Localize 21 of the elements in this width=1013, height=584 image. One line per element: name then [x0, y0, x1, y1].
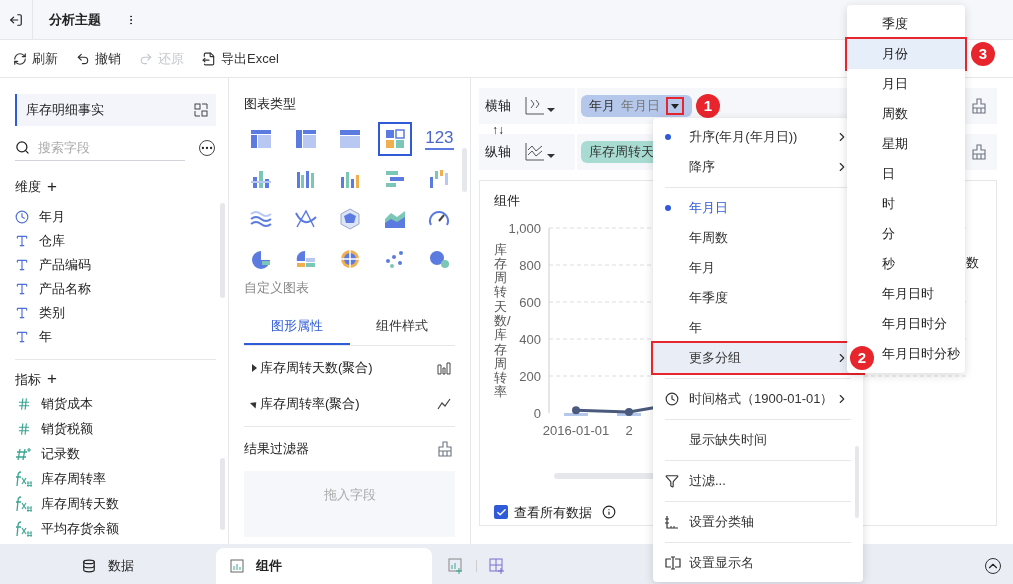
tick-label: 0: [533, 405, 541, 421]
checkbox-label: 查看所有数据: [514, 503, 592, 522]
section-label: 自定义图表: [244, 278, 310, 297]
section-title: 图表类型: [244, 95, 297, 113]
card-title: 组件: [494, 192, 520, 210]
tick-label: 2: [625, 422, 633, 438]
tick-label: 200: [519, 368, 541, 384]
tick-label: 600: [519, 294, 541, 310]
tick-label: 400: [519, 331, 541, 347]
page-title: 分析主题: [49, 10, 101, 29]
section-title: 维度: [15, 178, 41, 196]
tick-label: 1,000: [508, 222, 541, 236]
section-title: 结果过滤器: [244, 440, 309, 458]
tick-label: 2016-01-01: [542, 422, 610, 438]
axis-label: 横轴: [484, 97, 512, 116]
section-title: 指标: [15, 370, 41, 389]
callout-badge: 1: [696, 94, 720, 118]
axis-label: 纵轴: [484, 143, 512, 162]
chart-text: 数: [966, 254, 979, 272]
tick-label: 800: [519, 257, 541, 273]
callout-badge: 3: [971, 42, 995, 66]
